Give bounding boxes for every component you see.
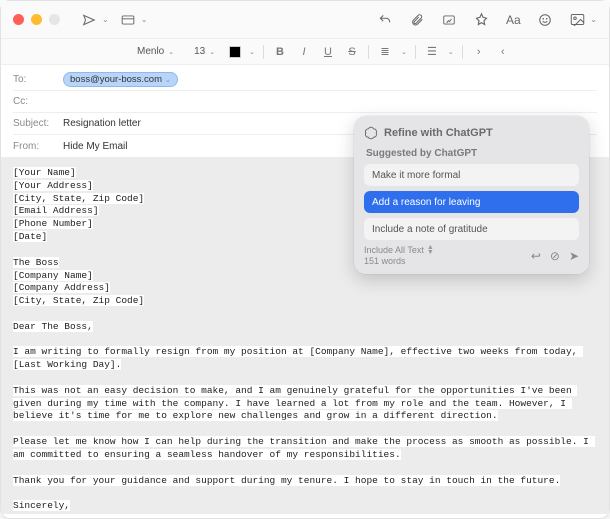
body-greeting: Dear The Boss, — [13, 321, 93, 332]
divider — [368, 45, 369, 59]
recipient-text: boss@your-boss.com — [70, 74, 162, 85]
body-paragraph-1: I am writing to formally resign from my … — [13, 346, 583, 370]
panel-title-row: Refine with ChatGPT — [364, 126, 579, 140]
to-label: To: — [13, 74, 55, 85]
panel-footer: Include All Text ▲▼ 151 words ↩︎ ⊘ ➤ — [364, 245, 579, 266]
font-family-value: Menlo — [137, 46, 164, 57]
send-options-chevron[interactable]: ⌄ — [102, 15, 109, 24]
body-paragraph-2: This was not an easy decision to make, a… — [13, 385, 577, 422]
reply-button[interactable] — [372, 8, 398, 32]
media-chevron[interactable]: ⌄ — [590, 15, 597, 24]
italic-button[interactable]: I — [296, 46, 312, 58]
chevron-down-icon[interactable]: ⌄ — [249, 48, 255, 56]
stepper-icon: ▲▼ — [427, 245, 434, 255]
from-label: From: — [13, 141, 55, 152]
align-button[interactable]: ≣ — [377, 45, 393, 58]
close-window-button[interactable] — [13, 14, 24, 25]
font-size-value: 13 — [194, 46, 205, 57]
strikethrough-button[interactable]: S — [344, 46, 360, 58]
refine-chatgpt-panel: Refine with ChatGPT Suggested by ChatGPT… — [354, 116, 589, 274]
header-fields-button[interactable] — [115, 8, 141, 32]
word-count: 151 words — [364, 256, 434, 266]
divider — [415, 45, 416, 59]
attach-button[interactable] — [404, 8, 430, 32]
media-button[interactable] — [564, 8, 590, 32]
recipient-pill[interactable]: boss@your-boss.com ⌄ — [63, 72, 178, 87]
text-color-swatch[interactable] — [229, 46, 241, 58]
font-family-select[interactable]: Menlo ⌄ — [131, 44, 180, 59]
body-paragraph-4: Thank you for your guidance and support … — [13, 475, 560, 486]
chatgpt-logo-icon — [364, 126, 378, 140]
font-size-select[interactable]: 13 ⌄ — [188, 44, 221, 59]
cc-label: Cc: — [13, 96, 55, 107]
suggestion-gratitude[interactable]: Include a note of gratitude — [364, 218, 579, 240]
window-controls — [13, 14, 60, 25]
bold-button[interactable]: B — [272, 46, 288, 58]
emoji-button[interactable] — [532, 8, 558, 32]
divider — [462, 45, 463, 59]
underline-button[interactable]: U — [320, 46, 336, 58]
body-block-sender: [Your Name] [Your Address] [City, State,… — [13, 167, 144, 242]
suggestion-reason[interactable]: Add a reason for leaving — [364, 191, 579, 213]
cancel-icon[interactable]: ⊘ — [550, 249, 560, 263]
panel-subtitle: Suggested by ChatGPT — [366, 148, 577, 159]
minimize-window-button[interactable] — [31, 14, 42, 25]
chevron-down-icon: ⌄ — [209, 48, 215, 56]
body-paragraph-3: Please let me know how I can help during… — [13, 436, 595, 460]
send-button[interactable] — [76, 8, 102, 32]
chevron-down-icon[interactable]: ⌄ — [448, 48, 454, 56]
font-button[interactable]: Aa — [500, 8, 526, 32]
header-fields-chevron[interactable]: ⌄ — [141, 15, 148, 24]
body-block-recipient: The Boss [Company Name] [Company Address… — [13, 257, 144, 306]
chevron-down-icon[interactable]: ⌄ — [165, 76, 171, 84]
suggestion-formal[interactable]: Make it more formal — [364, 164, 579, 186]
chevron-down-icon[interactable]: ⌄ — [401, 48, 407, 56]
indent-left-button[interactable]: ‹ — [495, 46, 511, 58]
fullscreen-window-button[interactable] — [49, 14, 60, 25]
list-button[interactable]: ☰ — [424, 45, 440, 58]
to-row[interactable]: To: boss@your-boss.com ⌄ — [13, 69, 597, 91]
indent-right-button[interactable]: › — [471, 46, 487, 58]
chevron-down-icon: ⌄ — [168, 48, 174, 56]
format-toolbar: Menlo ⌄ 13 ⌄ ⌄ B I U S ≣ ⌄ ☰ ⌄ › ‹ — [1, 39, 609, 65]
submit-arrow-icon[interactable]: ➤ — [569, 249, 579, 263]
divider — [263, 45, 264, 59]
link-button[interactable] — [436, 8, 462, 32]
cc-row[interactable]: Cc: — [13, 91, 597, 113]
undo-icon[interactable]: ↩︎ — [531, 249, 541, 263]
include-all-text-toggle[interactable]: Include All Text ▲▼ — [364, 245, 434, 255]
format-button[interactable] — [468, 8, 494, 32]
titlebar: ⌄ ⌄ Aa ⌄ — [1, 1, 609, 39]
subject-label: Subject: — [13, 118, 55, 129]
panel-title-text: Refine with ChatGPT — [384, 127, 493, 139]
body-signoff: Sincerely, — [13, 500, 70, 511]
